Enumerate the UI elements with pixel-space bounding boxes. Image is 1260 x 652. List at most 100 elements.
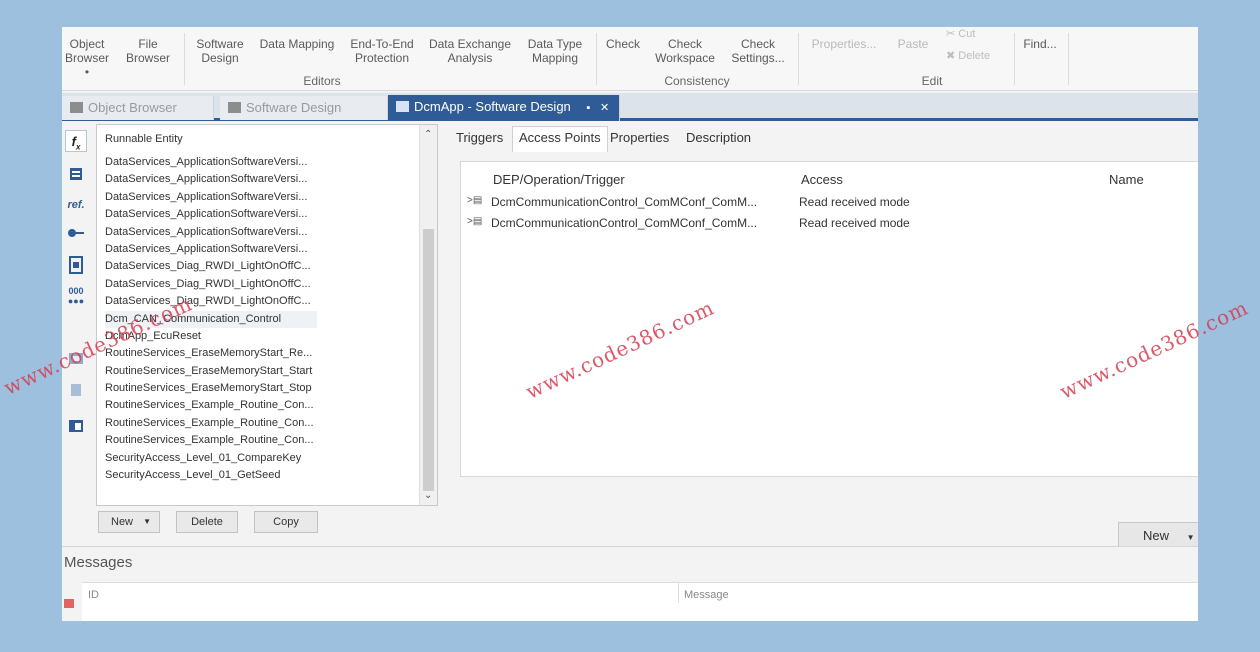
list-item[interactable]: RoutineServices_Example_Routine_Con... xyxy=(105,415,415,432)
list-item[interactable]: DataServices_ApplicationSoftwareVersi... xyxy=(105,224,415,241)
ribbon-separator xyxy=(1014,33,1015,85)
chevron-down-icon[interactable]: ⌄ xyxy=(424,490,432,501)
left-tool-strip: fx ref. 000 ●●● xyxy=(62,124,90,544)
column-header-message[interactable]: Message xyxy=(684,589,729,601)
consistency-group-label: Consistency xyxy=(664,74,730,88)
list-item[interactable]: RoutineServices_Example_Routine_Con... xyxy=(105,397,415,414)
delete-ribbon-button[interactable]: ✖ Delete xyxy=(946,49,990,62)
list-item[interactable]: DataServices_ApplicationSoftwareVersi... xyxy=(105,171,415,188)
list-item[interactable]: RoutineServices_Example_Routine_Con... xyxy=(105,432,415,449)
list-item[interactable]: RoutineServices_EraseMemoryStart_Stop xyxy=(105,380,415,397)
expand-icon[interactable]: >▤ xyxy=(467,216,482,227)
access-points-grid: DEP/Operation/Trigger Access Name >▤ Dcm… xyxy=(460,161,1198,477)
list-item[interactable]: DataServices_ApplicationSoftwareVersi... xyxy=(105,241,415,258)
tab-description[interactable]: Description xyxy=(686,130,751,145)
check-workspace-button[interactable]: Check Workspace xyxy=(652,37,718,65)
port-icon[interactable] xyxy=(65,224,87,246)
object-browser-button[interactable]: Object Browser • xyxy=(62,37,112,79)
scrollbar-thumb[interactable] xyxy=(423,229,434,491)
copy-entity-button[interactable]: Copy xyxy=(254,511,318,533)
list-item[interactable]: DataServices_ApplicationSoftwareVersi... xyxy=(105,189,415,206)
dep-cell: DcmCommunicationControl_ComMConf_ComM... xyxy=(491,195,758,209)
table-row[interactable]: >▤ DcmCommunicationControl_ComMConf_ComM… xyxy=(461,192,1198,213)
delete-label: Delete xyxy=(958,50,991,62)
tab-access-points[interactable]: Access Points xyxy=(512,126,608,152)
ref-icon[interactable]: ref. xyxy=(65,194,87,216)
cut-button[interactable]: ✂ Cut xyxy=(946,27,975,40)
dropdown-arrow-icon: ▼ xyxy=(143,517,151,526)
column-header-id[interactable]: ID xyxy=(88,589,99,601)
ribbon-separator xyxy=(596,33,597,85)
entity-list-scrollbar[interactable]: ⌃ ⌄ xyxy=(419,125,437,505)
expand-icon[interactable]: >▤ xyxy=(467,195,482,206)
software-design-button[interactable]: Software Design xyxy=(190,37,250,65)
paste-button[interactable]: Paste xyxy=(890,37,936,51)
cut-label: Cut xyxy=(958,28,976,40)
ref-label: ref. xyxy=(67,199,85,211)
tab-properties[interactable]: Properties xyxy=(610,130,669,145)
list-item[interactable]: DataServices_ApplicationSoftwareVersi... xyxy=(105,206,415,223)
list-item[interactable]: SecurityAccess_Level_01_CompareKey xyxy=(105,450,415,467)
error-icon xyxy=(64,599,74,608)
tab-software-design[interactable]: Software Design xyxy=(220,96,388,120)
messages-grid: ID Message xyxy=(82,582,1198,621)
fx-icon[interactable]: fx xyxy=(65,130,87,152)
ribbon-separator xyxy=(184,33,185,85)
access-cell: Read received mode xyxy=(799,195,910,209)
component-icon[interactable] xyxy=(65,256,87,278)
software-design-icon xyxy=(396,101,409,112)
list-item[interactable]: RoutineServices_EraseMemoryStart_Start xyxy=(105,363,415,380)
end-to-end-protection-button[interactable]: End-To-End Protection xyxy=(345,37,419,65)
software-design-icon xyxy=(228,102,241,113)
close-icon[interactable]: ✕ xyxy=(600,102,609,114)
object-browser-icon xyxy=(70,102,83,113)
column-header-dep[interactable]: DEP/Operation/Trigger xyxy=(493,172,625,187)
layers-icon[interactable] xyxy=(65,382,87,404)
list-item[interactable]: DataServices_Diag_RWDI_LightOnOffC... xyxy=(105,258,415,275)
document-tab-bar: Object Browser Software Design DcmApp - … xyxy=(62,93,1198,121)
tab-triggers[interactable]: Triggers xyxy=(456,130,503,145)
editors-group-label: Editors xyxy=(303,74,341,88)
tab-label: DcmApp - Software Design xyxy=(414,99,571,114)
column-header-access[interactable]: Access xyxy=(801,172,843,187)
data-exchange-analysis-button[interactable]: Data Exchange Analysis xyxy=(425,37,515,65)
tab-dcmapp-software-design[interactable]: DcmApp - Software Design ▪ ✕ xyxy=(388,95,620,121)
detail-pane: Triggers Access Points Properties Descri… xyxy=(446,124,1198,550)
delete-x-icon: ✖ xyxy=(946,50,956,62)
list-item[interactable]: SecurityAccess_Level_01_GetSeed xyxy=(105,467,415,484)
access-cell: Read received mode xyxy=(799,216,910,230)
find-button[interactable]: Find... xyxy=(1018,37,1062,51)
delete-entity-button[interactable]: Delete xyxy=(176,511,238,533)
dropdown-arrow-icon: ▼ xyxy=(1186,533,1195,542)
data-mapping-button[interactable]: Data Mapping xyxy=(257,37,337,51)
file-browser-button[interactable]: File Browser xyxy=(122,37,174,65)
runnable-entity-header[interactable]: Runnable Entity xyxy=(105,133,183,145)
dep-cell: DcmCommunicationControl_ComMConf_ComM... xyxy=(491,216,758,230)
list-item[interactable]: DataServices_Diag_RWDI_LightOnOffC... xyxy=(105,276,415,293)
check-settings-button[interactable]: Check Settings... xyxy=(726,37,790,65)
new-entity-button[interactable]: New ▼ xyxy=(98,511,160,533)
check-button[interactable]: Check xyxy=(600,37,646,51)
chevron-up-icon[interactable]: ⌃ xyxy=(424,129,432,140)
messages-panel: Messages ID Message xyxy=(62,546,1198,621)
tab-object-browser[interactable]: Object Browser xyxy=(62,96,214,120)
column-header-name[interactable]: Name xyxy=(1109,172,1144,187)
properties-button[interactable]: Properties... xyxy=(804,37,884,51)
list-item[interactable]: DataServices_ApplicationSoftwareVersi... xyxy=(105,154,415,171)
edit-group-label: Edit xyxy=(921,74,943,88)
database-icon[interactable] xyxy=(65,166,87,188)
messages-title: Messages xyxy=(64,554,133,571)
column-separator xyxy=(678,583,679,603)
data-type-mapping-button[interactable]: Data Type Mapping xyxy=(522,37,588,65)
tab-label: Object Browser xyxy=(88,100,177,115)
list-item[interactable]: RoutineServices_EraseMemoryStart_Re... xyxy=(105,345,415,362)
pin-icon[interactable]: ▪ xyxy=(586,102,590,114)
app-window: Object Browser • File Browser Software D… xyxy=(62,27,1198,621)
ribbon-separator xyxy=(1068,33,1069,85)
window-icon[interactable] xyxy=(65,418,87,440)
table-row[interactable]: >▤ DcmCommunicationControl_ComMConf_ComM… xyxy=(461,213,1198,234)
ribbon-separator xyxy=(798,33,799,85)
tab-label: Software Design xyxy=(246,100,342,115)
binary-icon[interactable]: 000 ●●● xyxy=(65,286,87,308)
new-label: New xyxy=(1143,528,1170,543)
